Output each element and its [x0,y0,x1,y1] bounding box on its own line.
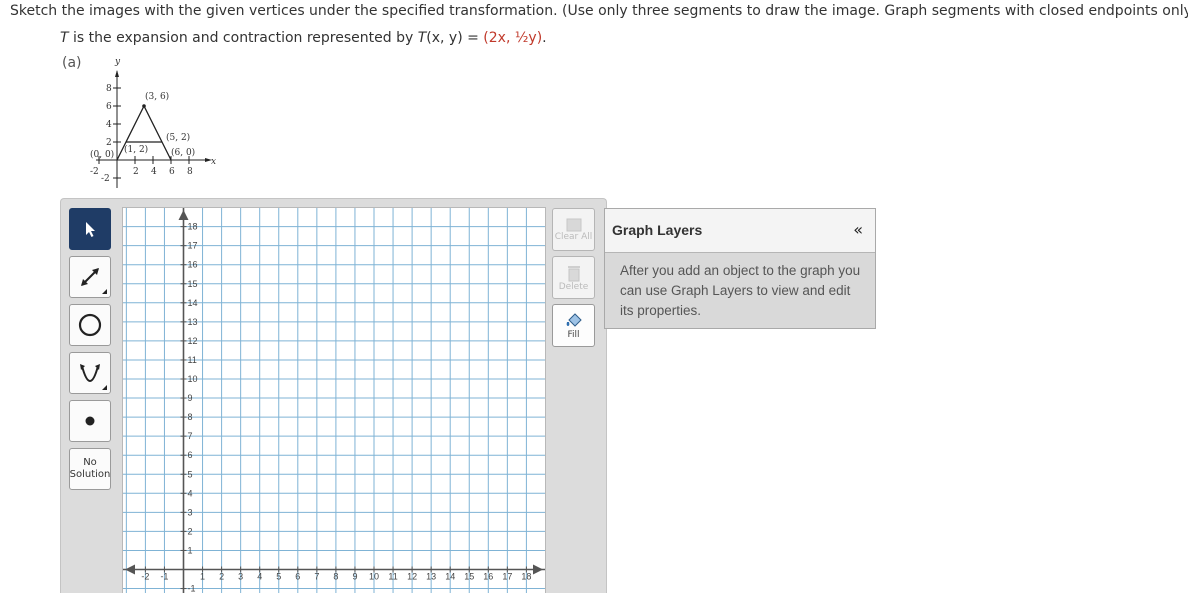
x-tick-label: -2 [141,572,149,582]
x-tick-label: 2 [219,572,224,582]
graph-canvas[interactable]: -2 -1 1 2 3 4 5 6 7 8 9 10 11 12 13 14 15 16 17 18 18 17 16 15 1… [122,207,546,594]
y-tick-label: 11 [188,355,197,365]
point-tool-button[interactable] [69,400,111,442]
no-solution-button[interactable]: No Solution [69,448,111,490]
x-tick-label: 4 [257,572,262,582]
y-tick-label: 16 [188,260,198,270]
x-tick-label: 7 [314,572,319,582]
trash-icon [567,265,580,281]
no-solution-label-line1: No [83,457,97,468]
clear-all-icon [566,218,581,231]
ref-y-tick: 2 [106,138,112,148]
x-tick-label: 1 [200,572,205,582]
ref-x-tick: 8 [187,167,193,177]
graph-layers-header: Graph Layers « [605,209,875,253]
y-tick-label: 15 [188,279,198,289]
graph-layers-title: Graph Layers [612,222,703,238]
parabola-icon [80,364,100,382]
y-tick-label: 17 [188,241,198,251]
ref-y-tick: -2 [101,174,110,184]
ref-y-tick: 6 [106,102,112,112]
ref-x-tick: 4 [151,167,157,177]
y-tick-label: 8 [188,412,193,422]
transformation-statement: T is the expansion and contraction repre… [60,30,547,46]
ref-y-tick: 8 [106,84,112,94]
transform-rule: (2x, ½y) [483,30,543,46]
transform-description: is the expansion and contraction represe… [68,30,418,46]
question-instruction: Sketch the images with the given vertice… [10,3,1188,19]
transform-function-name: T [417,30,427,46]
y-tick-label: 7 [188,431,193,441]
y-tick-label: 18 [188,222,198,232]
y-tick-label: 9 [188,393,193,403]
y-tick-label: 2 [188,526,193,536]
ref-y-tick: 4 [106,120,112,130]
x-axis-arrow [533,564,543,575]
x-tick-label: 18 [521,572,531,582]
x-tick-label: 8 [333,572,338,582]
select-tool-button[interactable] [69,208,111,250]
reference-graph: y x 8 6 4 2 -2 -2 2 4 6 8 (3, 6) (5, 2) … [90,57,216,188]
x-tick-label: 12 [407,572,417,582]
y-tick-label: 13 [188,317,198,327]
graph-layers-panel: Graph Layers « After you add an object t… [604,208,876,329]
transform-symbol: T [60,30,69,46]
ref-vertex-label: (5, 2) [166,132,190,143]
delete-button[interactable]: Delete [552,256,595,299]
ref-y-axis-label: y [114,57,121,67]
y-axis-arrow [178,210,189,220]
clear-all-button[interactable]: Clear All [552,208,595,251]
x-tick-label: 6 [295,572,300,582]
ref-x-axis-label: x [211,157,216,167]
graph-layers-message: After you add an object to the graph you… [620,263,861,318]
x-tick-label: 17 [502,572,512,582]
ref-vertex-label: (1, 2) [124,144,148,155]
x-tick-label: 5 [276,572,281,582]
circle-icon [78,313,102,337]
clear-all-label: Clear All [554,231,593,242]
y-tick-label: 5 [188,469,193,479]
ref-vertex-label: (0, 0) [90,149,114,160]
circle-tool-button[interactable] [69,304,111,346]
x-tick-label: -1 [160,572,168,582]
x-tick-label: 15 [464,572,474,582]
fill-label: Fill [567,329,580,340]
ref-x-tick: 6 [169,167,175,177]
y-tick-label: 4 [188,488,193,498]
point-icon [85,416,95,426]
arrow-pointer-icon [86,222,95,237]
collapse-panel-icon[interactable]: « [853,220,863,239]
ref-vertex-label: (6, 0) [171,147,195,158]
x-tick-label: 11 [388,572,397,582]
ref-vertex-label: (3, 6) [145,91,169,102]
transform-period: . [542,30,547,46]
y-tick-label: 1 [188,545,193,555]
x-tick-label: 16 [483,572,493,582]
transform-args: (x, y) = [426,30,484,46]
paint-bucket-icon [566,312,582,327]
line-segment-icon [81,268,99,286]
parabola-tool-button[interactable] [69,352,111,394]
y-tick-label: 10 [188,374,198,384]
y-tick-label: 12 [188,336,198,346]
x-tick-label: 10 [369,572,379,582]
ref-x-tick: 2 [133,167,139,177]
no-solution-label-line2: Solution [69,469,111,480]
part-label: (a) [62,55,82,71]
ref-x-tick: -2 [90,167,99,177]
y-tick-label: 14 [188,298,198,308]
y-tick-label: 3 [188,507,193,517]
delete-label: Delete [558,281,589,292]
x-tick-label: 14 [445,572,455,582]
coordinate-grid[interactable]: -2 -1 1 2 3 4 5 6 7 8 9 10 11 12 13 14 15 16 17 18181716151… [123,208,545,594]
fill-button[interactable]: Fill [552,304,595,347]
x-tick-label: 3 [238,572,243,582]
line-tool-button[interactable] [69,256,111,298]
x-tick-label: 13 [426,572,436,582]
x-tick-label: 9 [352,572,357,582]
y-tick-label: 6 [188,450,193,460]
